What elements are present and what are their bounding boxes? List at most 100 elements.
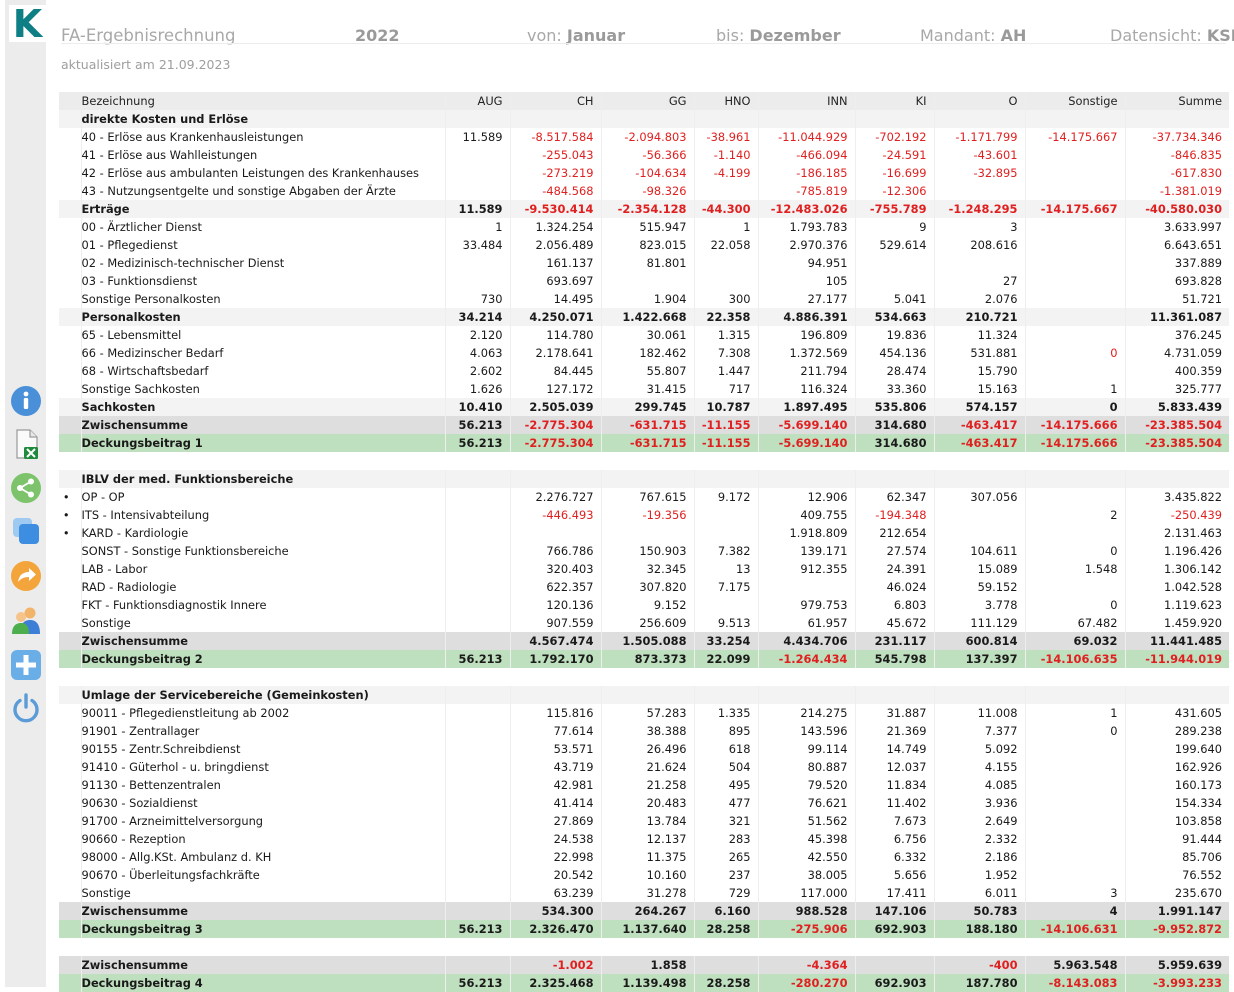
row-label: 43 - Nutzungsentgelte und sonstige Abgab… — [81, 182, 446, 200]
cell-gg: 10.160 — [601, 866, 695, 884]
row-label: IBLV der med. Funktionsbereiche — [81, 470, 446, 488]
contribution-margin-row[interactable]: Deckungsbeitrag 4 56.213 2.325.468 1.139.49… — [59, 974, 1229, 992]
table-row[interactable]: Sonstige 63.239 31.278 729 117.000 17.411 6.01… — [59, 884, 1229, 902]
header-divider — [61, 43, 1226, 44]
table-row[interactable]: SONST - Sonstige Funktionsbereiche 766.78… — [59, 542, 1229, 560]
contribution-margin-row[interactable]: Deckungsbeitrag 3 56.213 2.326.470 1.137.64… — [59, 920, 1229, 938]
cell-o — [934, 110, 1026, 128]
table-row[interactable]: 91130 - Bettenzentralen 42.981 21.258 495 79… — [59, 776, 1229, 794]
cell-sonstige: 5.963.548 — [1025, 956, 1126, 974]
table-row[interactable]: 91901 - Zentrallager 77.614 38.388 895 143.5… — [59, 722, 1229, 740]
table-row[interactable]: 41 - Erlöse aus Wahlleistungen -255.043 -5… — [59, 146, 1229, 164]
table-row[interactable]: 91700 - Arzneimittelversorgung 27.869 13.7… — [59, 812, 1229, 830]
column-header[interactable]: Sonstige — [1025, 92, 1126, 110]
cell-ki: -755.789 — [855, 200, 935, 218]
table-row[interactable]: 68 - Wirtschaftsbedarf 2.602 84.445 55.807 1… — [59, 362, 1229, 380]
subtotal-row[interactable]: Personalkosten 34.214 4.250.071 1.422.668 22… — [59, 308, 1229, 326]
excel-export-icon[interactable] — [10, 428, 42, 460]
table-row[interactable]: FKT - Funktionsdiagnostik Innere 120.136 9… — [59, 596, 1229, 614]
row-label: 98000 - Allg.KSt. Ambulanz d. KH — [81, 848, 446, 866]
intermediate-sum-row[interactable]: Zwischensumme 534.300 264.267 6.160 988.528 1… — [59, 902, 1229, 920]
power-icon[interactable] — [10, 692, 42, 724]
cell-aug — [445, 146, 511, 164]
table-row[interactable]: 90011 - Pflegedienstleitung ab 2002 115.8… — [59, 704, 1229, 722]
table-row[interactable]: LAB - Labor 320.403 32.345 13 912.355 24.391 1… — [59, 560, 1229, 578]
section-header-row[interactable]: Umlage der Servicebereiche (Gemeinkosten… — [59, 686, 1229, 704]
column-header[interactable]: O — [934, 92, 1026, 110]
section-header-row[interactable]: IBLV der med. Funktionsbereiche — [59, 470, 1229, 488]
column-header[interactable]: INN — [758, 92, 856, 110]
table-row[interactable]: • KARD - Kardiologie 1.918.809 212.654 2.131… — [59, 524, 1229, 542]
cell-ki — [855, 254, 935, 272]
cell-ki: 28.474 — [855, 362, 935, 380]
row-marker — [59, 596, 82, 614]
table-row[interactable]: 42 - Erlöse aus ambulanten Leistungen de… — [59, 164, 1229, 182]
table-row[interactable]: 90630 - Sozialdienst 41.414 20.483 477 76.62… — [59, 794, 1229, 812]
cell-hno: -11.155 — [694, 416, 759, 434]
intermediate-sum-row[interactable]: Zwischensumme 4.567.474 1.505.088 33.254 4.4… — [59, 632, 1229, 650]
table-row[interactable]: 98000 - Allg.KSt. Ambulanz d. KH 22.998 11… — [59, 848, 1229, 866]
k-logo-icon[interactable]: K — [9, 5, 46, 42]
table-row[interactable]: 90660 - Rezeption 24.538 12.137 283 45.398 6.… — [59, 830, 1229, 848]
row-label: 41 - Erlöse aus Wahlleistungen — [81, 146, 446, 164]
cell-hno: 237 — [694, 866, 759, 884]
cell-gg: 299.745 — [601, 398, 695, 416]
info-icon[interactable] — [10, 385, 42, 417]
table-row[interactable]: 90670 - Überleitungsfachkräfte 20.542 10.1… — [59, 866, 1229, 884]
cell-ch: 43.719 — [510, 758, 602, 776]
column-header[interactable]: GG — [601, 92, 695, 110]
table-row[interactable]: • ITS - Intensivabteilung -446.493 -19.356 4… — [59, 506, 1229, 524]
table-row[interactable]: 90155 - Zentr.Schreibdienst 53.571 26.496 6… — [59, 740, 1229, 758]
row-label: Sonstige Sachkosten — [81, 380, 446, 398]
table-row[interactable]: • OP - OP 2.276.727 767.615 9.172 12.906 62.34… — [59, 488, 1229, 506]
cell-aug — [445, 272, 511, 290]
subtotal-row[interactable]: Erträge 11.589 -9.530.414 -2.354.128 -44.300… — [59, 200, 1229, 218]
section-header-row[interactable]: direkte Kosten und Erlöse — [59, 110, 1229, 128]
cell-summe: 3.435.822 — [1164, 490, 1222, 504]
table-header-row: Bezeichnung AUG CH GG HNO INN KI O Sonstige Summe — [59, 92, 1229, 110]
table-row[interactable]: 65 - Lebensmittel 2.120 114.780 30.061 1.315… — [59, 326, 1229, 344]
add-icon[interactable] — [10, 649, 42, 681]
subtotal-row[interactable]: Sachkosten 10.410 2.505.039 299.745 10.787 1.… — [59, 398, 1229, 416]
table-row[interactable]: 91410 - Güterhol - u. bringdienst 43.719 2… — [59, 758, 1229, 776]
cell-aug — [445, 884, 511, 902]
table-row[interactable]: Sonstige Personalkosten 730 14.495 1.904 300… — [59, 290, 1229, 308]
column-header[interactable]: AUG — [445, 92, 511, 110]
cell-hno: -44.300 — [694, 200, 759, 218]
cell-sonstige: 0 — [1025, 344, 1126, 362]
table-row[interactable]: 66 - Medizinscher Bedarf 4.063 2.178.641 18… — [59, 344, 1229, 362]
table-row[interactable]: 43 - Nutzungsentgelte und sonstige Abgab… — [59, 182, 1229, 200]
intermediate-sum-row[interactable]: Zwischensumme 56.213 -2.775.304 -631.715 -11… — [59, 416, 1229, 434]
cell-hno: 321 — [694, 812, 759, 830]
cell-gg: 21.624 — [601, 758, 695, 776]
cell-o: 7.377 — [934, 722, 1026, 740]
cell-o: 59.152 — [934, 578, 1026, 596]
table-row[interactable]: Sonstige Sachkosten 1.626 127.172 31.415 717… — [59, 380, 1229, 398]
cell-inn: 45.398 — [758, 830, 856, 848]
cell-ki: 212.654 — [855, 524, 935, 542]
contribution-margin-row[interactable]: Deckungsbeitrag 1 56.213 -2.775.304 -631.71… — [59, 434, 1229, 452]
copy-icon[interactable] — [10, 515, 42, 547]
cell-sonstige — [1025, 578, 1126, 596]
cell-ch: 1.792.170 — [510, 650, 602, 668]
users-icon[interactable] — [10, 604, 42, 636]
intermediate-sum-row[interactable]: Zwischensumme -1.002 1.858 -4.364 -400 5.963.… — [59, 956, 1229, 974]
column-header[interactable]: KI — [855, 92, 935, 110]
column-header[interactable]: HNO — [694, 92, 759, 110]
table-row[interactable]: 40 - Erlöse aus Krankenhausleistungen 11.… — [59, 128, 1229, 146]
column-header[interactable]: Bezeichnung — [81, 92, 446, 110]
column-header[interactable]: CH — [510, 92, 602, 110]
forward-icon[interactable] — [10, 560, 42, 592]
table-row[interactable]: Sonstige 907.559 256.609 9.513 61.957 45.672 1… — [59, 614, 1229, 632]
table-row[interactable]: 00 - Ärztlicher Dienst 1 1.324.254 515.947 1… — [59, 218, 1229, 236]
contribution-margin-row[interactable]: Deckungsbeitrag 2 56.213 1.792.170 873.373 2… — [59, 650, 1229, 668]
table-row[interactable]: RAD - Radiologie 622.357 307.820 7.175 46.02… — [59, 578, 1229, 596]
cell-gg: 182.462 — [601, 344, 695, 362]
table-row[interactable]: 03 - Funktionsdienst 693.697 105 27 693.828 — [59, 272, 1229, 290]
table-row[interactable]: 01 - Pflegedienst 33.484 2.056.489 823.015 2… — [59, 236, 1229, 254]
column-header[interactable]: Summe — [1125, 92, 1229, 110]
share-icon[interactable] — [10, 472, 42, 504]
cell-inn: 143.596 — [758, 722, 856, 740]
cell-aug — [445, 956, 511, 974]
table-row[interactable]: 02 - Medizinisch-technischer Dienst 161.1… — [59, 254, 1229, 272]
